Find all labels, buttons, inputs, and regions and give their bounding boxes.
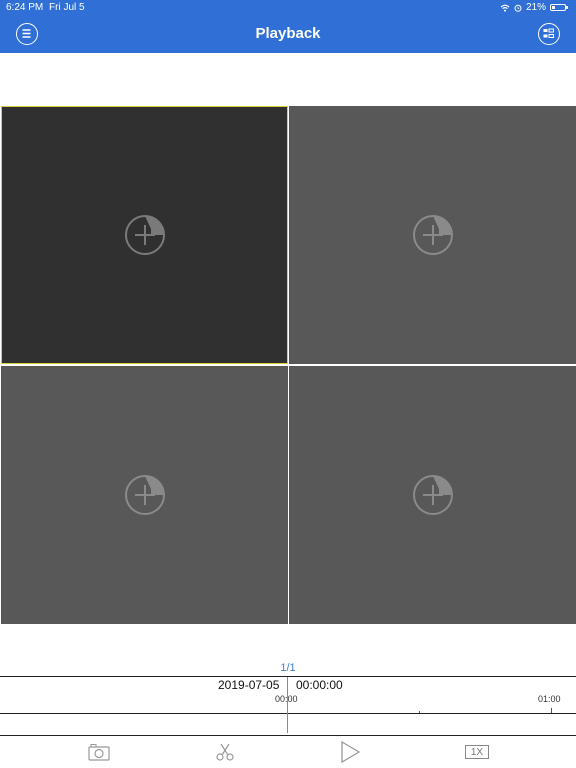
timeline-cursor[interactable] [287,677,288,733]
device-list-button[interactable] [538,23,560,45]
battery-percent: 21% [525,2,546,13]
add-channel-icon[interactable] [411,213,455,257]
device-list-icon [543,28,554,38]
speed-label: 1X [465,745,489,759]
play-icon [341,740,361,764]
wifi-icon [500,4,510,12]
add-channel-icon[interactable] [123,473,167,517]
camera-icon [88,744,110,761]
status-time: 6:24 PM [6,2,44,13]
play-button[interactable] [338,740,362,764]
scissors-icon [216,743,234,761]
page-title: Playback [255,25,321,42]
timeline-label-end: 01:00 [538,694,561,704]
video-grid [0,106,576,624]
alarm-icon [514,4,522,12]
video-cell-4[interactable] [289,366,576,624]
battery-fill [552,6,555,9]
timeline-date: 2019-07-05 [218,678,280,692]
timeline-axis [0,713,576,714]
speed-button[interactable]: 1X [464,740,490,764]
playback-toolbar: 1X [0,736,576,768]
snapshot-button[interactable] [87,740,111,764]
clip-button[interactable] [213,740,237,764]
page-indicator: 1/1 [280,662,296,674]
status-indicators: 21% [500,2,568,13]
status-bar: 6:24 PM Fri Jul 5 21% [0,0,576,16]
battery-icon [550,4,568,11]
add-channel-icon[interactable] [411,473,455,517]
nav-bar: Playback [0,16,576,53]
video-cell-2[interactable] [289,106,576,364]
add-channel-icon[interactable] [123,213,167,257]
timeline-time: 00:00:00 [296,678,343,692]
timeline[interactable]: 2019-07-05 00:00:00 00:00 01:00 [0,676,576,736]
status-date: Fri Jul 5 [49,2,85,13]
video-cell-3[interactable] [1,366,288,624]
video-cell-1[interactable] [1,106,288,364]
